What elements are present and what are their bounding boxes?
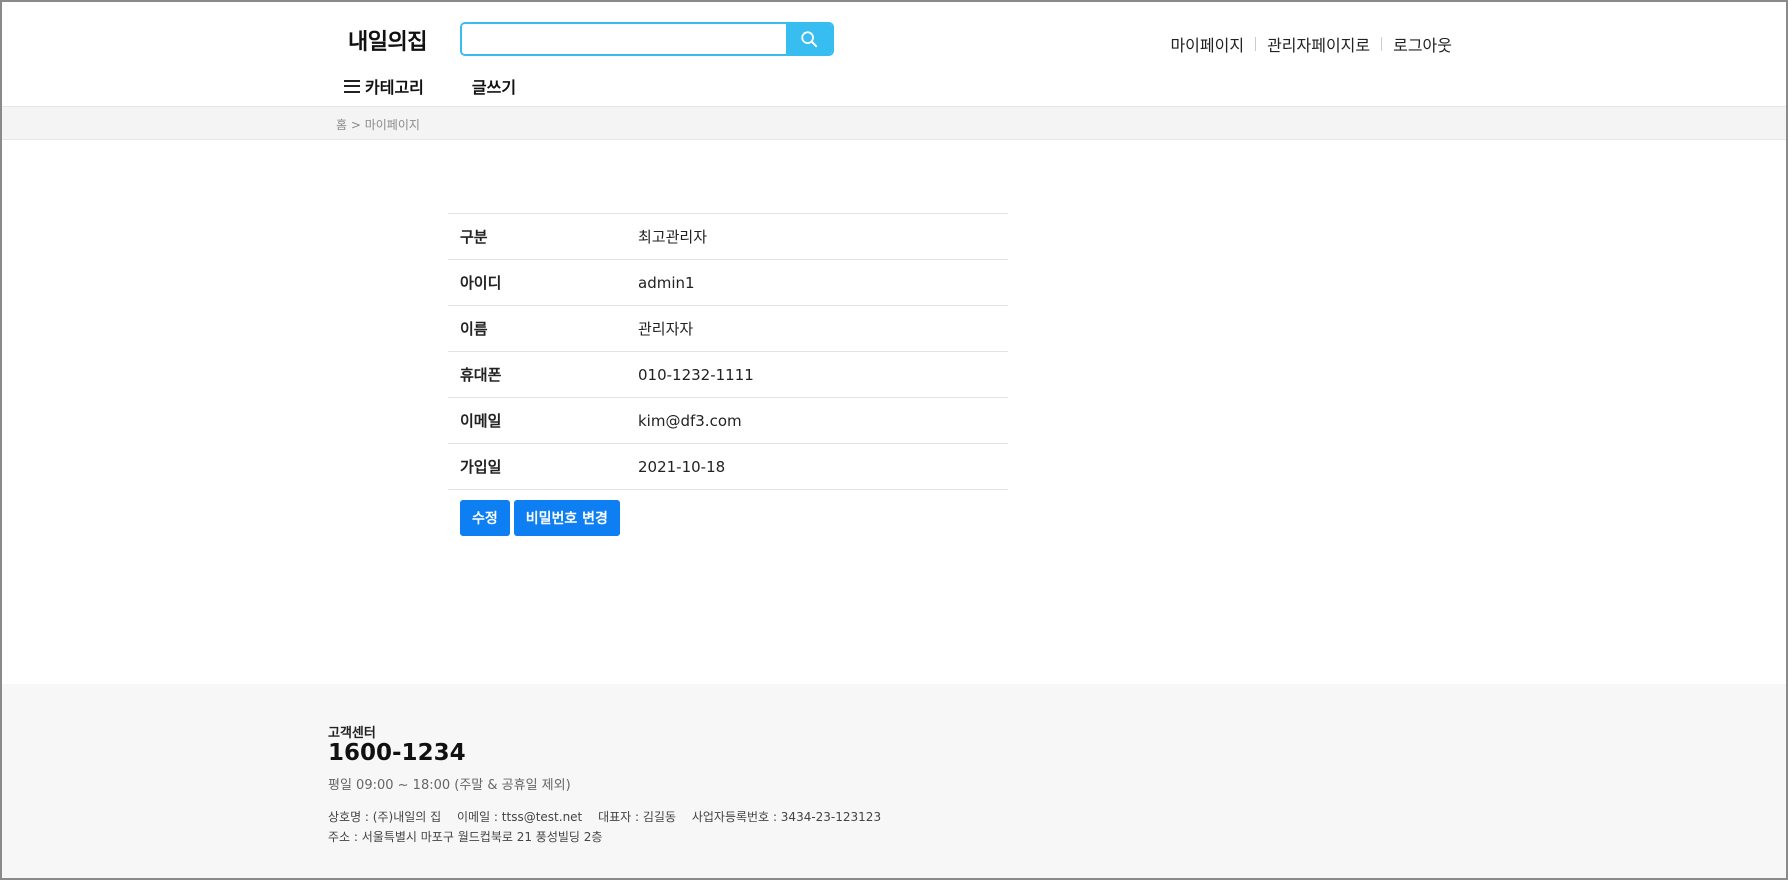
write-post-link[interactable]: 글쓰기: [472, 74, 516, 98]
profile-actions: 수정 비밀번호 변경: [460, 500, 620, 536]
footer-email: 이메일 : ttss@test.net: [457, 810, 583, 824]
info-value: kim@df3.com: [638, 411, 742, 430]
edit-button[interactable]: 수정: [460, 500, 510, 536]
info-row-joined: 가입일 2021-10-18: [448, 444, 1008, 490]
info-row-phone: 휴대폰 010-1232-1111: [448, 352, 1008, 398]
category-label: 카테고리: [365, 78, 424, 97]
info-label: 아이디: [460, 274, 502, 292]
logo[interactable]: 내일의집: [348, 24, 427, 56]
top-links: 마이페이지 관리자페이지로 로그아웃: [1170, 32, 1452, 56]
search-box: [460, 22, 834, 56]
info-row-name: 이름 관리자자: [448, 306, 1008, 352]
info-value: 2021-10-18: [638, 457, 726, 476]
info-label: 구분: [460, 228, 488, 246]
search-input[interactable]: [462, 24, 786, 54]
logout-link[interactable]: 로그아웃: [1393, 32, 1452, 56]
profile-info-table: 구분 최고관리자 아이디 admin1 이름 관리자자 휴대폰 010-1232…: [448, 213, 1008, 490]
footer-phone: 1600-1234: [328, 740, 466, 766]
breadcrumb: 홈 > 마이페이지: [336, 118, 420, 132]
info-label: 이메일: [460, 412, 502, 430]
change-password-button[interactable]: 비밀번호 변경: [513, 500, 620, 536]
info-label: 이름: [460, 320, 488, 338]
info-label: 가입일: [460, 458, 502, 476]
footer-biz-no: 사업자등록번호 : 3434-23-123123: [691, 810, 882, 824]
footer: 고객센터 1600-1234 평일 09:00 ~ 18:00 (주말 & 공휴…: [2, 684, 1786, 878]
footer-ceo: 대표자 : 김길동: [598, 810, 677, 824]
info-row-id: 아이디 admin1: [448, 260, 1008, 306]
divider: [1255, 37, 1257, 51]
info-value: 최고관리자: [638, 228, 708, 246]
info-row-email: 이메일 kim@df3.com: [448, 398, 1008, 444]
mypage-link[interactable]: 마이페이지: [1170, 32, 1244, 56]
footer-company: 상호명 : (주)내일의 집: [328, 810, 442, 824]
info-row-type: 구분 최고관리자: [448, 214, 1008, 260]
admin-page-link[interactable]: 관리자페이지로: [1267, 32, 1370, 56]
footer-address: 주소 : 서울특별시 마포구 월드컵북로 21 풍성빌딩 2층: [328, 830, 603, 844]
info-value: admin1: [638, 273, 695, 292]
page-frame: 내일의집 마이페이지 관리자페이지로 로그아웃 카테고리 글쓰기 홈 > 마이페…: [0, 0, 1788, 880]
divider: [1381, 37, 1383, 51]
main-nav: 카테고리 글쓰기: [344, 74, 516, 98]
footer-title: 고객센터: [328, 726, 376, 741]
breadcrumb-bar: 홈 > 마이페이지: [2, 106, 1786, 140]
header: 내일의집 마이페이지 관리자페이지로 로그아웃 카테고리 글쓰기: [2, 2, 1786, 106]
footer-hours: 평일 09:00 ~ 18:00 (주말 & 공휴일 제외): [328, 778, 571, 793]
info-value: 010-1232-1111: [638, 365, 754, 384]
search-icon: [801, 31, 818, 48]
info-value: 관리자자: [638, 320, 694, 338]
search-button[interactable]: [786, 24, 832, 54]
footer-company-info: 상호명 : (주)내일의 집 이메일 : ttss@test.net 대표자 :…: [328, 808, 893, 825]
hamburger-icon: [344, 79, 360, 93]
category-menu-button[interactable]: 카테고리: [344, 74, 424, 98]
info-label: 휴대폰: [460, 366, 502, 384]
